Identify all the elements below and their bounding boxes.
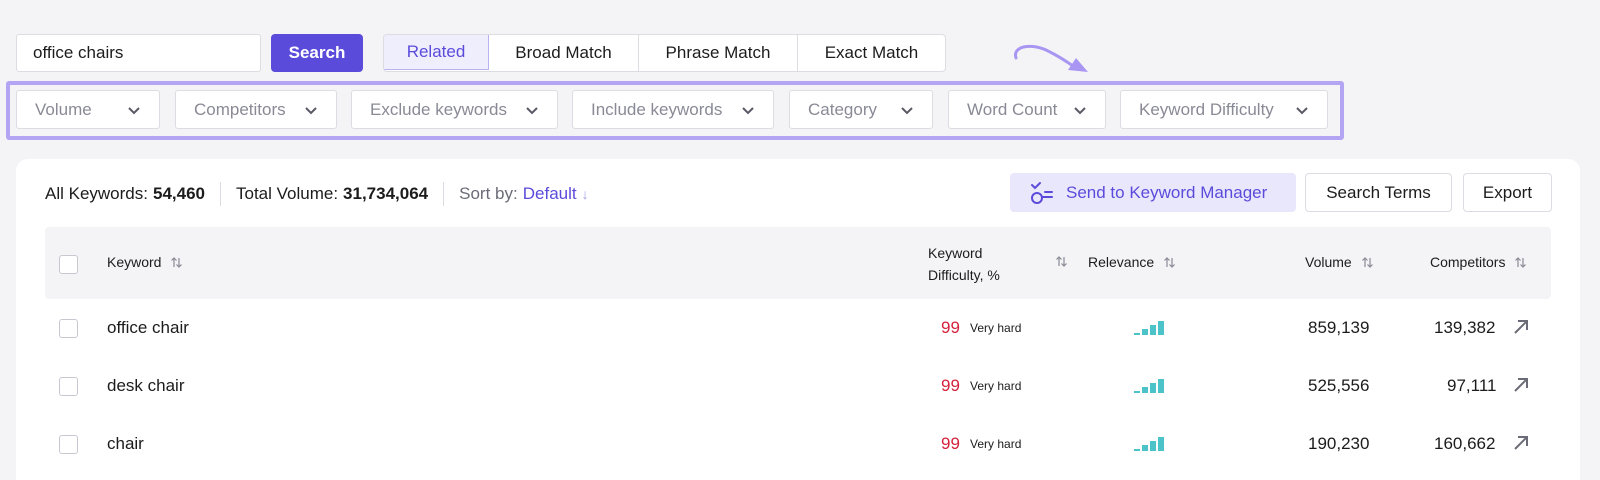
- filter-word-count[interactable]: Word Count: [948, 90, 1106, 129]
- sort-icon: [1361, 256, 1373, 268]
- search-terms-button[interactable]: Search Terms: [1305, 173, 1452, 212]
- sort-by-dropdown[interactable]: Default: [523, 184, 577, 204]
- tab-phrase-match[interactable]: Phrase Match: [639, 35, 798, 71]
- column-label: Volume: [1305, 254, 1352, 270]
- column-header-keyword[interactable]: Keyword: [107, 254, 183, 270]
- chevron-down-icon: [1296, 106, 1308, 114]
- keyword-difficulty-value: 99: [941, 318, 960, 337]
- total-volume-value: 31,734,064: [343, 184, 429, 203]
- external-link-icon[interactable]: [1512, 318, 1530, 336]
- match-type-tabs: Related Broad Match Phrase Match Exact M…: [383, 34, 946, 72]
- keyword-cell[interactable]: desk chair: [107, 376, 184, 396]
- tab-exact-match[interactable]: Exact Match: [798, 35, 945, 71]
- competitors-cell: 139,382: [1434, 318, 1496, 337]
- keyword-difficulty-label: Very hard: [970, 321, 1022, 335]
- divider: [219, 182, 221, 206]
- keyword-difficulty-value: 99: [941, 434, 960, 453]
- keyword-difficulty-label: Very hard: [970, 437, 1022, 451]
- sort-icon: [171, 256, 183, 268]
- column-label: Relevance: [1088, 254, 1155, 270]
- competitors-cell: 160,662: [1434, 434, 1496, 453]
- competitors-cell: 97,111: [1447, 376, 1497, 395]
- column-label-line1: Keyword: [928, 245, 983, 261]
- chevron-down-icon: [305, 106, 317, 114]
- filter-competitors[interactable]: Competitors: [175, 90, 337, 129]
- volume-cell: 859,139: [1308, 318, 1370, 337]
- sort-icon: [1056, 256, 1067, 267]
- column-label-line2: Difficulty, %: [928, 267, 1000, 283]
- tab-related[interactable]: Related: [384, 35, 489, 70]
- sort-by-label: Sort by:: [459, 184, 518, 203]
- external-link-icon[interactable]: [1512, 376, 1530, 394]
- keyword-cell[interactable]: office chair: [107, 318, 189, 338]
- divider: [443, 182, 445, 206]
- keyword-difficulty-value: 99: [941, 376, 960, 395]
- chevron-down-icon: [901, 106, 913, 114]
- column-header-relevance[interactable]: Relevance: [1088, 254, 1176, 270]
- chevron-down-icon: [128, 106, 140, 114]
- filter-volume[interactable]: Volume: [16, 90, 160, 129]
- filter-include-keywords[interactable]: Include keywords: [572, 90, 774, 129]
- volume-cell: 525,556: [1308, 376, 1370, 395]
- chevron-down-icon: [742, 106, 754, 114]
- sort-icon: [1164, 256, 1176, 268]
- filter-label: Volume: [35, 99, 92, 119]
- column-header-keyword-difficulty[interactable]: Keyword Difficulty, %: [928, 242, 1068, 286]
- send-to-keyword-manager-button[interactable]: Send to Keyword Manager: [1010, 173, 1296, 212]
- keyword-cell[interactable]: chair: [107, 434, 144, 454]
- relevance-bars-icon: [1134, 321, 1164, 335]
- column-header-volume[interactable]: Volume: [1305, 254, 1374, 270]
- external-link-icon[interactable]: [1512, 434, 1530, 452]
- filter-label: Include keywords: [591, 99, 723, 119]
- all-keywords-label: All Keywords:: [45, 184, 148, 203]
- search-input[interactable]: office chairs: [16, 34, 261, 72]
- keyword-difficulty-label: Very hard: [970, 379, 1022, 393]
- chevron-down-icon: [526, 106, 538, 114]
- sort-icon: [1515, 256, 1527, 268]
- search-button[interactable]: Search: [271, 34, 363, 72]
- keyword-manager-icon: [1031, 181, 1053, 204]
- all-keywords-value: 54,460: [152, 184, 205, 203]
- filter-label: Exclude keywords: [370, 99, 508, 119]
- annotation-arrow-icon: [1014, 44, 1088, 72]
- filter-label: Keyword Difficulty: [1139, 99, 1274, 119]
- relevance-bars-icon: [1134, 379, 1164, 393]
- filter-exclude-keywords[interactable]: Exclude keywords: [351, 90, 558, 129]
- relevance-bars-icon: [1134, 437, 1164, 451]
- column-header-competitors[interactable]: Competitors: [1430, 254, 1527, 270]
- volume-cell: 190,230: [1308, 434, 1370, 453]
- send-to-keyword-manager-label: Send to Keyword Manager: [1066, 182, 1268, 202]
- total-volume-label: Total Volume:: [235, 184, 339, 203]
- row-checkbox[interactable]: [59, 377, 78, 396]
- tab-broad-match[interactable]: Broad Match: [489, 35, 639, 71]
- results-stats: All Keywords: 54,460 Total Volume: 31,73…: [45, 181, 589, 207]
- filter-keyword-difficulty[interactable]: Keyword Difficulty: [1120, 90, 1328, 129]
- filter-label: Word Count: [967, 99, 1058, 119]
- export-button[interactable]: Export: [1463, 173, 1552, 212]
- row-checkbox[interactable]: [59, 435, 78, 454]
- filter-label: Category: [808, 99, 877, 119]
- sort-direction-icon[interactable]: ↓: [582, 186, 589, 202]
- filter-category[interactable]: Category: [789, 90, 933, 129]
- chevron-down-icon: [1074, 106, 1086, 114]
- row-checkbox[interactable]: [59, 319, 78, 338]
- select-all-checkbox[interactable]: [59, 255, 78, 274]
- search-query-text: office chairs: [33, 43, 124, 62]
- column-label: Keyword: [107, 254, 162, 270]
- column-label: Competitors: [1430, 254, 1506, 270]
- filter-label: Competitors: [194, 99, 286, 119]
